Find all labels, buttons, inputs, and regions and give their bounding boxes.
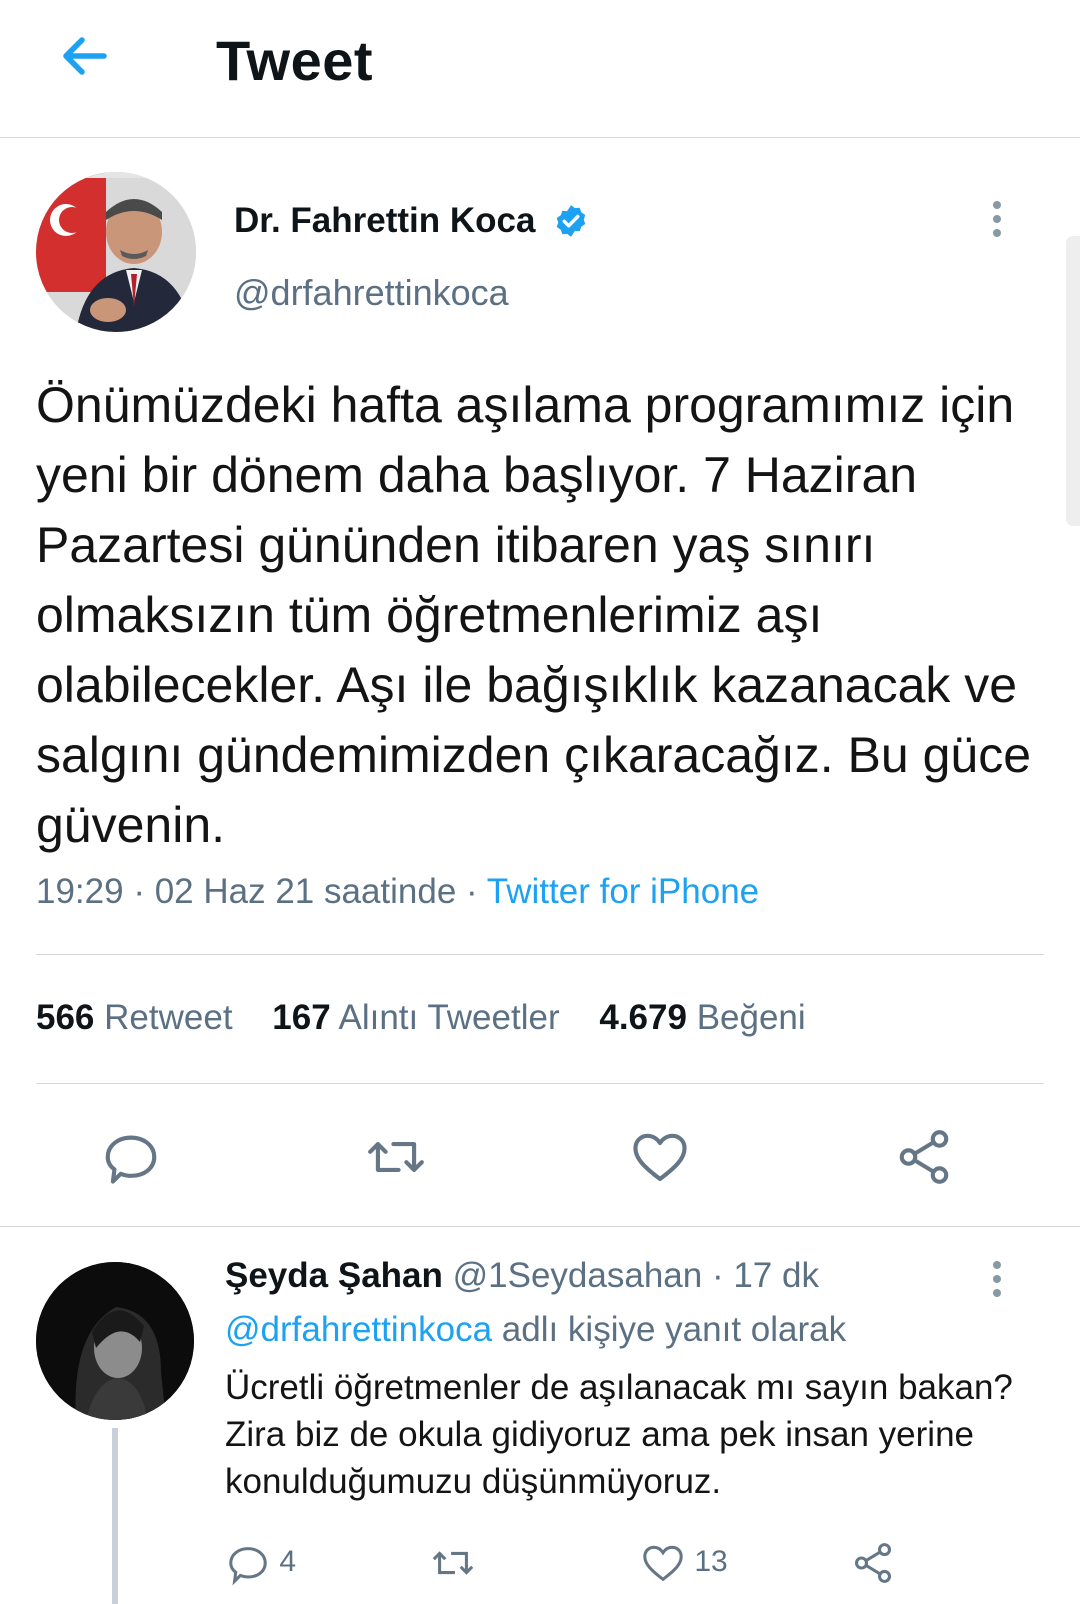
- tweet-meta: 19:29 · 02 Haz 21 saatinde · Twitter for…: [36, 872, 760, 911]
- reply-reply-button[interactable]: 4: [225, 1540, 296, 1586]
- likes-stat[interactable]: 4.679 Beğeni: [599, 998, 805, 1038]
- tweet-stats: 566 Retweet 167 Alıntı Tweetler 4.679 Be…: [36, 998, 836, 1038]
- tweet-time: 19:29: [36, 872, 124, 911]
- retweet-icon: [368, 1142, 424, 1172]
- page-title: Tweet: [216, 29, 374, 92]
- share-button[interactable]: [892, 1126, 956, 1193]
- reply-reply-count: 4: [279, 1544, 297, 1578]
- reply-retweet-button[interactable]: [430, 1540, 476, 1586]
- reply-author-handle[interactable]: @1Seydasahan: [453, 1256, 703, 1295]
- tweet-date: 02 Haz 21 saatinde: [154, 872, 457, 911]
- verified-badge-icon: [556, 205, 586, 237]
- back-arrow-icon: [63, 37, 107, 75]
- retweet-button[interactable]: [364, 1126, 428, 1193]
- author-name[interactable]: Dr. Fahrettin Koca: [234, 201, 535, 241]
- scrollbar[interactable]: [1066, 236, 1080, 526]
- reply-text: Ücretli öğretmenler de aşılanacak mı say…: [225, 1368, 1013, 1501]
- more-icon: [993, 1261, 1001, 1269]
- tweet-source-link[interactable]: Twitter for iPhone: [487, 872, 759, 911]
- reply-time: 17 dk: [733, 1256, 819, 1295]
- tweet-more-button[interactable]: [987, 198, 1007, 242]
- quotes-stat[interactable]: 167 Alıntı Tweetler: [272, 998, 559, 1038]
- more-icon: [993, 201, 1001, 209]
- author-handle[interactable]: @drfahrettinkoca: [234, 272, 509, 314]
- reply-like-button[interactable]: 13: [640, 1540, 728, 1586]
- back-button[interactable]: [52, 26, 116, 90]
- section-divider: [0, 1226, 1080, 1227]
- retweet-icon: [432, 1551, 474, 1575]
- top-bar: Tweet: [0, 0, 1080, 138]
- replying-to-mention[interactable]: @drfahrettinkoca: [225, 1310, 492, 1349]
- share-icon: [854, 1543, 892, 1583]
- reply-header: Şeyda Şahan @1Seydasahan · 17 dk: [225, 1256, 819, 1295]
- reply-author-name[interactable]: Şeyda Şahan: [225, 1256, 443, 1295]
- divider: [36, 954, 1044, 955]
- reply-icon: [105, 1135, 157, 1184]
- author-avatar[interactable]: [36, 172, 196, 332]
- divider: [36, 1083, 1044, 1084]
- like-button[interactable]: [628, 1126, 692, 1193]
- like-icon: [643, 1545, 683, 1582]
- reply-more-button[interactable]: [987, 1258, 1007, 1302]
- share-icon: [899, 1130, 949, 1184]
- reply-like-count: 13: [694, 1544, 728, 1578]
- retweets-stat[interactable]: 566 Retweet: [36, 998, 233, 1038]
- like-icon: [633, 1133, 687, 1182]
- reply-share-button[interactable]: [850, 1540, 896, 1586]
- reply-author-avatar[interactable]: [36, 1262, 194, 1420]
- reply-button[interactable]: [100, 1126, 162, 1193]
- tweet-text: Önümüzdeki hafta aşılama programımız içi…: [36, 377, 1031, 853]
- reply-icon: [229, 1547, 267, 1586]
- replying-to: @drfahrettinkoca adlı kişiye yanıt olara…: [225, 1310, 847, 1349]
- thread-line: [112, 1428, 118, 1604]
